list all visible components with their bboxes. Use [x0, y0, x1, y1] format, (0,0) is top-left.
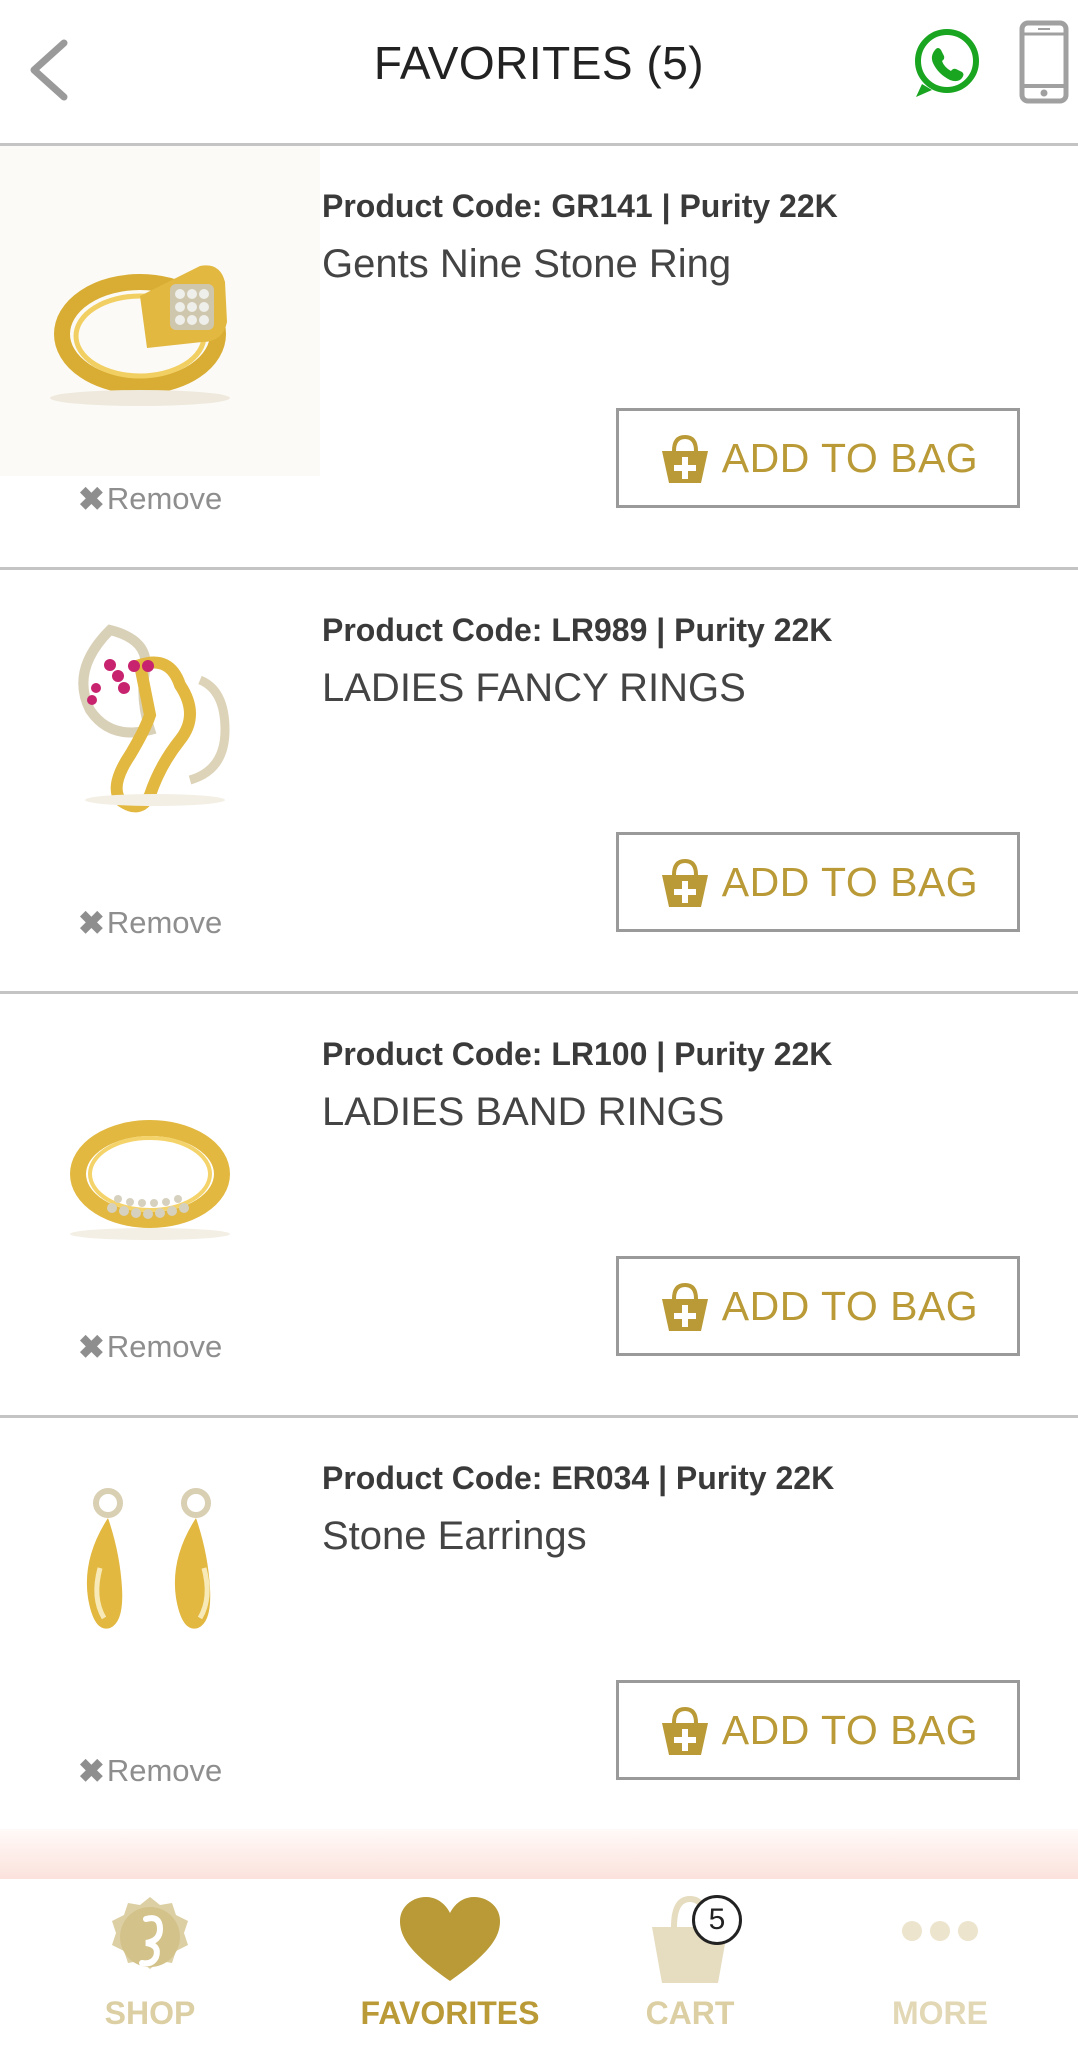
remove-label: Remove: [106, 905, 223, 940]
tab-favorites[interactable]: FAVORITES: [350, 1879, 550, 2062]
tab-more-label: MORE: [892, 1995, 988, 2031]
tab-shop-label: SHOP: [104, 1995, 196, 2031]
add-to-bag-button[interactable]: ADD TO BAG: [616, 1256, 1020, 1356]
close-icon: ✖: [78, 1753, 105, 1789]
tab-cart-label: CART: [645, 1995, 735, 2031]
heart-icon: [400, 1897, 500, 1981]
product-name: Stone Earrings: [322, 1514, 587, 1558]
ring-image: [50, 265, 230, 406]
next-item-peek: [0, 1829, 1078, 1879]
product-image[interactable]: [0, 570, 320, 900]
favorite-item[interactable]: ✖ Remove Product Code: GR141 | Purity 22…: [0, 146, 1078, 570]
tab-more[interactable]: MORE: [870, 1879, 1010, 2062]
add-to-bag-label: ADD TO BAG: [721, 434, 979, 481]
close-icon: ✖: [78, 905, 105, 941]
product-name: Gents Nine Stone Ring: [322, 242, 732, 286]
favorite-item[interactable]: ✖ Remove Product Code: ER034 | Purity 22…: [0, 1418, 1078, 1842]
product-name: LADIES BAND RINGS: [322, 1090, 725, 1134]
cart-count-badge: 5: [692, 1895, 742, 1945]
tab-favorites-label: FAVORITES: [360, 1995, 540, 2031]
phone-icon: [1019, 20, 1069, 104]
product-name: LADIES FANCY RINGS: [322, 666, 746, 710]
favorite-item[interactable]: ✖ Remove Product Code: LR100 | Purity 22…: [0, 994, 1078, 1418]
remove-button[interactable]: ✖ Remove: [78, 1328, 222, 1366]
product-code: Product Code: ER034 | Purity 22K: [322, 1460, 835, 1496]
earrings-image: [86, 1488, 211, 1629]
remove-label: Remove: [106, 1753, 223, 1788]
add-to-bag-button[interactable]: ADD TO BAG: [616, 1680, 1020, 1780]
product-code: Product Code: LR100 | Purity 22K: [322, 1036, 833, 1072]
remove-button[interactable]: ✖ Remove: [78, 480, 222, 518]
whatsapp-icon: [915, 29, 979, 97]
remove-button[interactable]: ✖ Remove: [78, 904, 222, 942]
add-to-bag-icon: [661, 858, 708, 907]
whatsapp-button[interactable]: [910, 26, 984, 100]
ring-image: [70, 1120, 230, 1240]
close-icon: ✖: [78, 481, 105, 517]
more-dots-icon: [902, 1921, 978, 1941]
remove-label: Remove: [106, 1329, 223, 1364]
product-code: Product Code: LR989 | Purity 22K: [322, 612, 833, 648]
add-to-bag-label: ADD TO BAG: [721, 1282, 979, 1329]
tab-cart[interactable]: 5 CART: [620, 1879, 760, 2062]
ring-image: [78, 624, 230, 813]
remove-button[interactable]: ✖ Remove: [78, 1752, 222, 1790]
product-image[interactable]: [0, 146, 320, 476]
add-to-bag-icon: [661, 1706, 708, 1755]
add-to-bag-icon: [661, 1282, 708, 1331]
remove-label: Remove: [106, 481, 223, 516]
shop-logo-icon: [112, 1897, 188, 1969]
add-to-bag-label: ADD TO BAG: [721, 1706, 979, 1753]
add-to-bag-button[interactable]: ADD TO BAG: [616, 408, 1020, 508]
app-header: FAVORITES (5): [0, 0, 1078, 146]
tab-shop[interactable]: SHOP: [70, 1879, 230, 2062]
add-to-bag-icon: [661, 434, 708, 483]
call-button[interactable]: [1018, 20, 1070, 104]
product-code: Product Code: GR141 | Purity 22K: [322, 188, 838, 224]
close-icon: ✖: [78, 1329, 105, 1365]
add-to-bag-label: ADD TO BAG: [721, 858, 979, 905]
favorite-item[interactable]: ✖ Remove Product Code: LR989 | Purity 22…: [0, 570, 1078, 994]
product-image[interactable]: [0, 1418, 320, 1748]
product-image[interactable]: [0, 994, 320, 1324]
add-to-bag-button[interactable]: ADD TO BAG: [616, 832, 1020, 932]
bottom-tab-bar: SHOP FAVORITES 5 CART MORE: [0, 1879, 1078, 2062]
